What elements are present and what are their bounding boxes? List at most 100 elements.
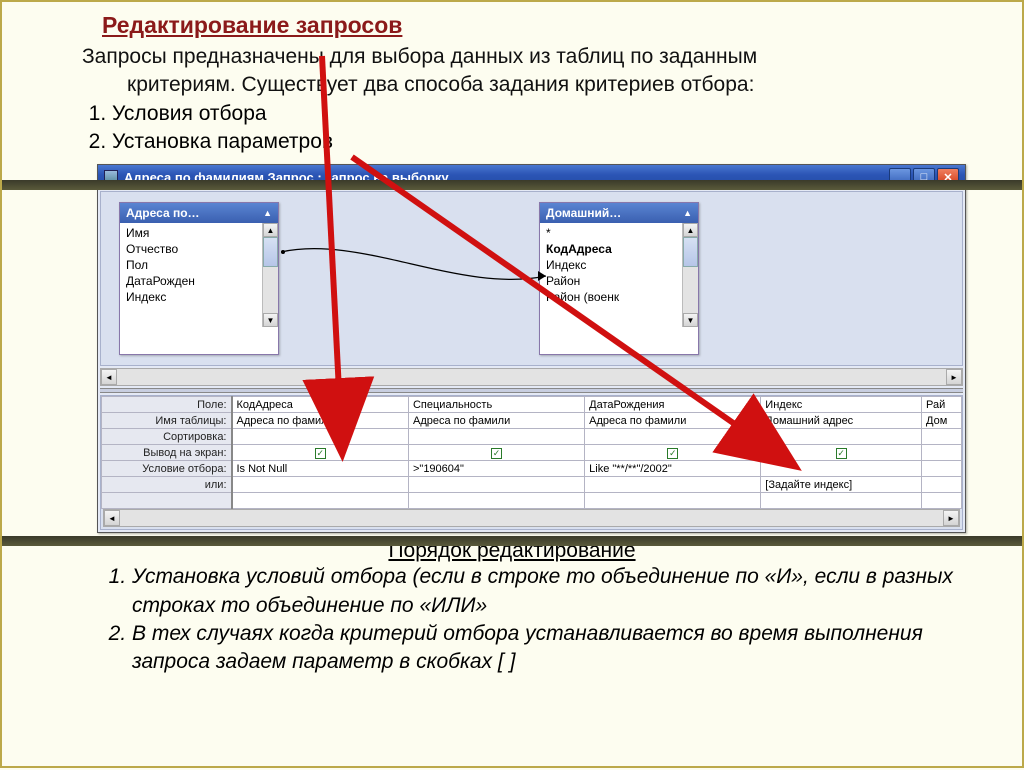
chevron-up-icon[interactable]: ▲	[263, 208, 272, 218]
query-grid-pane[interactable]: Поле: КодАдреса Специальность ДатаРожден…	[100, 395, 963, 530]
grid-cell[interactable]: ДатаРождения	[585, 397, 761, 413]
grid-cell[interactable]: Специальность	[408, 397, 584, 413]
scroll-down-icon[interactable]: ▼	[263, 313, 278, 327]
table-title-left-text: Адреса по…	[126, 206, 200, 220]
intro-item-1: Условия отбора	[112, 100, 1022, 128]
grid-cell[interactable]: Дом	[922, 413, 962, 429]
grid-cell[interactable]: >"190604"	[408, 461, 584, 477]
footer-item-2: В тех случаях когда критерий отбора уста…	[132, 620, 1022, 677]
intro-item-2: Установка параметров	[112, 128, 1022, 156]
scroll-thumb[interactable]	[263, 237, 278, 267]
grid-cell[interactable]	[922, 477, 962, 493]
field-item[interactable]: ДатаРожден	[120, 273, 262, 289]
scrollbar-left[interactable]: ▲ ▼	[262, 223, 278, 327]
grid-cell[interactable]: КодАдреса	[232, 397, 409, 413]
footer-item-1: Установка условий отбора (если в строке …	[132, 563, 1022, 620]
grid-cell[interactable]	[408, 477, 584, 493]
checkbox-checked-icon[interactable]: ✓	[491, 448, 502, 459]
grid-label-field: Поле:	[102, 397, 232, 413]
grid-cell[interactable]	[922, 461, 962, 477]
grid-cell[interactable]	[232, 477, 409, 493]
grid-cell[interactable]	[585, 429, 761, 445]
query-grid-table[interactable]: Поле: КодАдреса Специальность ДатаРожден…	[101, 396, 962, 509]
field-item[interactable]: *	[540, 225, 682, 241]
grid-row-table[interactable]: Имя таблицы: Адреса по фамили Адреса по …	[102, 413, 962, 429]
grid-cell[interactable]	[408, 429, 584, 445]
intro-paragraph: Запросы предназначены для выбора данных …	[2, 43, 1022, 100]
grid-cell-checkbox[interactable]	[922, 445, 962, 461]
grid-cell[interactable]: Адреса по фамили	[585, 413, 761, 429]
grid-row-or[interactable]: или: [Задайте индекс]	[102, 477, 962, 493]
grid-cell[interactable]: Адреса по фамили	[232, 413, 409, 429]
page-title: Редактирование запросов	[2, 2, 1022, 43]
scroll-left-icon[interactable]: ◄	[101, 369, 117, 385]
table-title-right[interactable]: Домашний… ▲	[540, 203, 698, 223]
scroll-thumb[interactable]	[683, 237, 698, 267]
grid-label-or: или:	[102, 477, 232, 493]
scroll-right-icon[interactable]: ►	[943, 510, 959, 526]
design-hscroll[interactable]: ◄ ►	[100, 368, 963, 386]
grid-cell[interactable]	[761, 493, 922, 509]
grid-cell-checkbox[interactable]: ✓	[761, 445, 922, 461]
grid-cell[interactable]	[585, 493, 761, 509]
table-title-right-text: Домашний…	[546, 206, 621, 220]
field-item-key[interactable]: КодАдреса	[540, 241, 682, 257]
grid-cell-checkbox[interactable]: ✓	[408, 445, 584, 461]
field-item[interactable]: Пол	[120, 257, 262, 273]
scroll-left-icon[interactable]: ◄	[104, 510, 120, 526]
grid-row-field[interactable]: Поле: КодАдреса Специальность ДатаРожден…	[102, 397, 962, 413]
field-item[interactable]: Индекс	[540, 257, 682, 273]
grid-row-criteria[interactable]: Условие отбора: Is Not Null >"190604" Li…	[102, 461, 962, 477]
grid-label-blank	[102, 493, 232, 509]
field-list-left[interactable]: Имя Отчество Пол ДатаРожден Индекс	[120, 223, 262, 327]
grid-hscroll[interactable]: ◄ ►	[103, 509, 960, 527]
scrollbar-right[interactable]: ▲ ▼	[682, 223, 698, 327]
table-title-left[interactable]: Адреса по… ▲	[120, 203, 278, 223]
scroll-down-icon[interactable]: ▼	[683, 313, 698, 327]
chevron-up-icon[interactable]: ▲	[683, 208, 692, 218]
table-box-addresses[interactable]: Адреса по… ▲ Имя Отчество Пол ДатаРожден…	[119, 202, 279, 355]
grid-cell[interactable]	[232, 493, 409, 509]
decor-strip-bottom	[2, 536, 1022, 546]
grid-cell[interactable]	[408, 493, 584, 509]
grid-cell-checkbox[interactable]: ✓	[232, 445, 409, 461]
field-item[interactable]: Имя	[120, 225, 262, 241]
grid-row-extra[interactable]	[102, 493, 962, 509]
scroll-right-icon[interactable]: ►	[946, 369, 962, 385]
splitter-bar[interactable]	[100, 388, 963, 393]
checkbox-checked-icon[interactable]: ✓	[667, 448, 678, 459]
grid-row-sort[interactable]: Сортировка:	[102, 429, 962, 445]
grid-label-show: Вывод на экран:	[102, 445, 232, 461]
grid-cell[interactable]: Индекс	[761, 397, 922, 413]
grid-cell[interactable]: Домашний адрес	[761, 413, 922, 429]
grid-cell[interactable]: Рай	[922, 397, 962, 413]
grid-cell[interactable]	[922, 493, 962, 509]
grid-cell[interactable]: Like "**/**"/2002"	[585, 461, 761, 477]
grid-cell[interactable]: [Задайте индекс]	[761, 477, 922, 493]
grid-cell[interactable]	[922, 429, 962, 445]
scroll-up-icon[interactable]: ▲	[263, 223, 278, 237]
checkbox-checked-icon[interactable]: ✓	[315, 448, 326, 459]
grid-cell[interactable]	[761, 429, 922, 445]
grid-cell[interactable]	[761, 461, 922, 477]
scroll-up-icon[interactable]: ▲	[683, 223, 698, 237]
field-list-right[interactable]: * КодАдреса Индекс Район Район (военк	[540, 223, 682, 327]
field-item[interactable]: Район	[540, 273, 682, 289]
grid-cell[interactable]: Is Not Null	[232, 461, 409, 477]
footer-list: Установка условий отбора (если в строке …	[2, 563, 1022, 676]
intro-list: Условия отбора Установка параметров	[2, 100, 1022, 157]
grid-cell-checkbox[interactable]: ✓	[585, 445, 761, 461]
field-item[interactable]: Отчество	[120, 241, 262, 257]
grid-row-show[interactable]: Вывод на экран: ✓ ✓ ✓ ✓	[102, 445, 962, 461]
grid-label-criteria: Условие отбора:	[102, 461, 232, 477]
checkbox-checked-icon[interactable]: ✓	[836, 448, 847, 459]
table-relationship-pane[interactable]: Адреса по… ▲ Имя Отчество Пол ДатаРожден…	[100, 191, 963, 366]
table-box-home[interactable]: Домашний… ▲ * КодАдреса Индекс Район Рай…	[539, 202, 699, 355]
grid-cell[interactable]: Адреса по фамили	[408, 413, 584, 429]
grid-label-sort: Сортировка:	[102, 429, 232, 445]
relation-connector	[281, 244, 551, 284]
field-item[interactable]: Район (военк	[540, 289, 682, 305]
grid-cell[interactable]	[232, 429, 409, 445]
field-item[interactable]: Индекс	[120, 289, 262, 305]
grid-cell[interactable]	[585, 477, 761, 493]
